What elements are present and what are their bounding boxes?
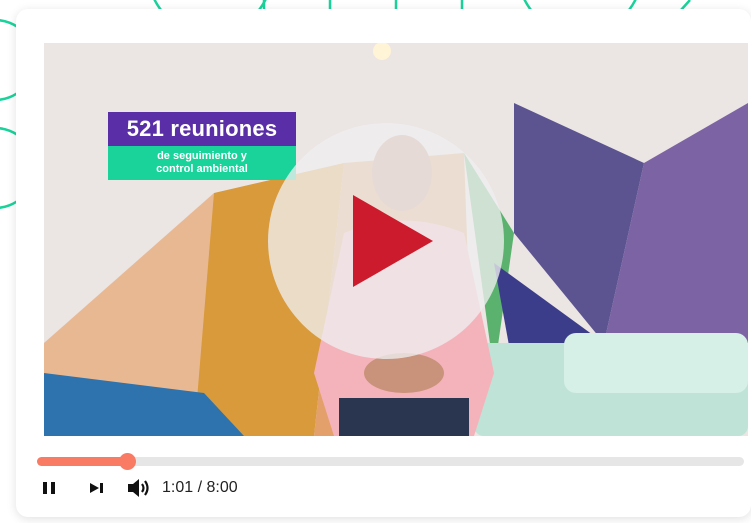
pause-button[interactable] <box>38 477 60 499</box>
video-frame[interactable]: 521 reuniones de seguimiento y control a… <box>44 43 748 436</box>
time-display: 1:01 / 8:00 <box>162 479 238 496</box>
skip-next-button[interactable] <box>86 477 108 499</box>
progress-bar-fill <box>37 457 127 466</box>
progress-bar[interactable] <box>37 453 744 470</box>
volume-button[interactable] <box>126 475 152 501</box>
volume-icon <box>128 479 149 497</box>
video-player-card: 521 reuniones de seguimiento y control a… <box>16 9 751 517</box>
video-overlay-subtitle: de seguimiento y control ambiental <box>108 146 296 180</box>
play-button[interactable] <box>268 123 504 359</box>
player-controls: 1:01 / 8:00 <box>38 475 238 501</box>
skip-next-icon <box>90 483 103 493</box>
progress-scrubber[interactable] <box>118 453 136 470</box>
video-overlay-title: 521 reuniones <box>108 112 296 146</box>
pause-icon <box>43 482 55 494</box>
play-icon <box>353 195 433 287</box>
